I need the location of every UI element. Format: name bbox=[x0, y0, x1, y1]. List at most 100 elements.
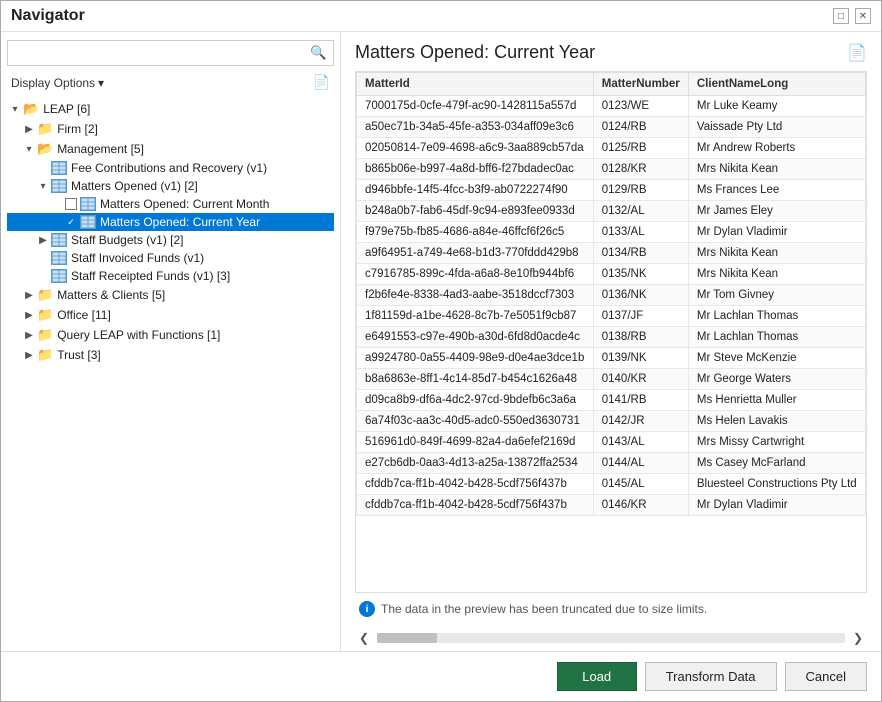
table-row[interactable]: e27cb6db-0aa3-4d13-a25a-13872ffa25340144… bbox=[357, 453, 866, 474]
minimize-button[interactable]: □ bbox=[833, 8, 849, 24]
window-title: Navigator bbox=[11, 7, 85, 25]
table-cell: 0138/RB bbox=[593, 327, 688, 348]
folder-icon: 📁 bbox=[37, 307, 53, 323]
tree-item-office[interactable]: ▶📁Office [11] bbox=[7, 305, 334, 325]
close-button[interactable]: ✕ bbox=[855, 8, 871, 24]
table-row[interactable]: 1f81159d-a1be-4628-8c7b-7e5051f9cb870137… bbox=[357, 306, 866, 327]
table-row[interactable]: c7916785-899c-4fda-a6a8-8e10fb944bf60135… bbox=[357, 264, 866, 285]
table-cell: e27cb6db-0aa3-4d13-a25a-13872ffa2534 bbox=[357, 453, 594, 474]
tree-item-matters-opened[interactable]: ▾ Matters Opened (v1) [2] bbox=[7, 177, 334, 195]
folder-icon: 📁 bbox=[37, 287, 53, 303]
chevron-icon: ▾ bbox=[23, 144, 35, 155]
tree-item-management[interactable]: ▾📂Management [5] bbox=[7, 139, 334, 159]
tree-item-label: Matters Opened: Current Month bbox=[100, 197, 332, 211]
table-cell: d946bbfe-14f5-4fcc-b3f9-ab0722274f90 bbox=[357, 180, 594, 201]
tree-item-label: Matters & Clients [5] bbox=[57, 288, 332, 302]
table-icon bbox=[51, 233, 67, 247]
tree-item-label: Matters Opened: Current Year bbox=[100, 215, 332, 229]
toolbar-row: Display Options ▾ 📄 bbox=[7, 72, 334, 93]
tree-item-label: Staff Budgets (v1) [2] bbox=[71, 233, 332, 247]
chevron-icon: ▶ bbox=[23, 124, 35, 135]
table-row[interactable]: b865b06e-b997-4a8d-bff6-f27bdadec0ac0128… bbox=[357, 159, 866, 180]
table-cell: cfddb7ca-ff1b-4042-b428-5cdf756f437b bbox=[357, 495, 594, 516]
right-panel: Matters Opened: Current Year 📄 MatterIdM… bbox=[341, 32, 881, 651]
table-icon bbox=[51, 251, 67, 265]
table-row[interactable]: d09ca8b9-df6a-4dc2-97cd-9bdefb6c3a6a0141… bbox=[357, 390, 866, 411]
tree-item-staff-receipted[interactable]: Staff Receipted Funds (v1) [3] bbox=[7, 267, 334, 285]
table-cell: Mr James Eley bbox=[688, 201, 865, 222]
tree-item-matters-current-month[interactable]: Matters Opened: Current Month bbox=[7, 195, 334, 213]
cancel-button[interactable]: Cancel bbox=[785, 662, 867, 691]
table-row[interactable]: e6491553-c97e-490b-a30d-6fd8d0acde4c0138… bbox=[357, 327, 866, 348]
new-source-button[interactable]: 📄 bbox=[309, 72, 334, 93]
table-cell: b865b06e-b997-4a8d-bff6-f27bdadec0ac bbox=[357, 159, 594, 180]
table-cell: 0137/JF bbox=[593, 306, 688, 327]
table-row[interactable]: cfddb7ca-ff1b-4042-b428-5cdf756f437b0145… bbox=[357, 474, 866, 495]
display-options-label: Display Options bbox=[11, 76, 95, 90]
table-cell: f2b6fe4e-8338-4ad3-aabe-3518dccf7303 bbox=[357, 285, 594, 306]
display-options-button[interactable]: Display Options ▾ bbox=[7, 74, 108, 92]
table-row[interactable]: b248a0b7-fab6-45df-9c94-e893fee0933d0132… bbox=[357, 201, 866, 222]
search-input[interactable] bbox=[8, 42, 304, 64]
table-cell: Vaissade Pty Ltd bbox=[688, 117, 865, 138]
table-cell: 0134/RB bbox=[593, 243, 688, 264]
table-cell: 0125/RB bbox=[593, 138, 688, 159]
table-row[interactable]: 516961d0-849f-4699-82a4-da6efef2169d0143… bbox=[357, 432, 866, 453]
table-cell: a9924780-0a55-4409-98e9-d0e4ae3dce1b bbox=[357, 348, 594, 369]
tree-item-staff-invoiced[interactable]: Staff Invoiced Funds (v1) bbox=[7, 249, 334, 267]
table-cell: e6491553-c97e-490b-a30d-6fd8d0acde4c bbox=[357, 327, 594, 348]
table-row[interactable]: 7000175d-0cfe-479f-ac90-1428115a557d0123… bbox=[357, 96, 866, 117]
table-cell: 0135/NK bbox=[593, 264, 688, 285]
table-row[interactable]: a9924780-0a55-4409-98e9-d0e4ae3dce1b0139… bbox=[357, 348, 866, 369]
column-header-clientnamelong: ClientNameLong bbox=[688, 73, 865, 96]
scroll-track[interactable] bbox=[377, 633, 845, 643]
scroll-left-button[interactable]: ❮ bbox=[355, 629, 373, 647]
tree-item-label: Office [11] bbox=[57, 308, 332, 322]
table-cell: Ms Casey McFarland bbox=[688, 453, 865, 474]
table-cell: 7000175d-0cfe-479f-ac90-1428115a557d bbox=[357, 96, 594, 117]
table-row[interactable]: 02050814-7e09-4698-a6c9-3aa889cb57da0125… bbox=[357, 138, 866, 159]
table-row[interactable]: d946bbfe-14f5-4fcc-b3f9-ab0722274f900129… bbox=[357, 180, 866, 201]
transform-data-button[interactable]: Transform Data bbox=[645, 662, 777, 691]
tree-item-matters-current-year[interactable]: ✓ Matters Opened: Current Year bbox=[7, 213, 334, 231]
table-row[interactable]: 6a74f03c-aa3c-40d5-adc0-550ed36307310142… bbox=[357, 411, 866, 432]
table-row[interactable]: a9f64951-a749-4e68-b1d3-770fddd429b80134… bbox=[357, 243, 866, 264]
tree-item-query-leap[interactable]: ▶📁Query LEAP with Functions [1] bbox=[7, 325, 334, 345]
export-button[interactable]: 📄 bbox=[847, 43, 867, 63]
data-table-wrapper[interactable]: MatterIdMatterNumberClientNameLong700017… bbox=[355, 71, 867, 593]
tree-item-fee-contributions[interactable]: Fee Contributions and Recovery (v1) bbox=[7, 159, 334, 177]
load-button[interactable]: Load bbox=[557, 662, 637, 691]
table-row[interactable]: a50ec71b-34a5-45fe-a353-034aff09e3c60124… bbox=[357, 117, 866, 138]
tree-item-label: Staff Invoiced Funds (v1) bbox=[71, 251, 332, 265]
table-cell: 0145/AL bbox=[593, 474, 688, 495]
table-cell: cfddb7ca-ff1b-4042-b428-5cdf756f437b bbox=[357, 474, 594, 495]
column-header-matternumber: MatterNumber bbox=[593, 73, 688, 96]
search-button[interactable]: 🔍 bbox=[304, 41, 333, 65]
tree-item-leap[interactable]: ▾📂LEAP [6] bbox=[7, 99, 334, 119]
table-cell: Mr Luke Keamy bbox=[688, 96, 865, 117]
tree-item-firm[interactable]: ▶📁Firm [2] bbox=[7, 119, 334, 139]
checkbox-icon[interactable]: ✓ bbox=[65, 216, 77, 228]
table-cell: Bluesteel Constructions Pty Ltd bbox=[688, 474, 865, 495]
table-cell: c7916785-899c-4fda-a6a8-8e10fb944bf6 bbox=[357, 264, 594, 285]
table-cell: Mrs Nikita Kean bbox=[688, 159, 865, 180]
tree-item-label: Query LEAP with Functions [1] bbox=[57, 328, 332, 342]
scroll-right-button[interactable]: ❯ bbox=[849, 629, 867, 647]
checkbox-icon[interactable] bbox=[65, 198, 77, 210]
table-row[interactable]: f2b6fe4e-8338-4ad3-aabe-3518dccf73030136… bbox=[357, 285, 866, 306]
tree-item-matters-clients[interactable]: ▶📁Matters & Clients [5] bbox=[7, 285, 334, 305]
tree-item-label: LEAP [6] bbox=[43, 102, 332, 116]
table-row[interactable]: cfddb7ca-ff1b-4042-b428-5cdf756f437b0146… bbox=[357, 495, 866, 516]
table-row[interactable]: b8a6863e-8ff1-4c14-85d7-b454c1626a480140… bbox=[357, 369, 866, 390]
window-controls: □ ✕ bbox=[833, 8, 871, 24]
table-cell: 6a74f03c-aa3c-40d5-adc0-550ed3630731 bbox=[357, 411, 594, 432]
table-row[interactable]: f979e75b-fb85-4686-a84e-46ffcf6f26c50133… bbox=[357, 222, 866, 243]
table-cell: b8a6863e-8ff1-4c14-85d7-b454c1626a48 bbox=[357, 369, 594, 390]
tree-area: ▾📂LEAP [6]▶📁Firm [2]▾📂Management [5]Fee … bbox=[7, 99, 334, 643]
table-cell: 0132/AL bbox=[593, 201, 688, 222]
tree-item-trust[interactable]: ▶📁Trust [3] bbox=[7, 345, 334, 365]
chevron-icon: ▾ bbox=[37, 181, 49, 192]
tree-item-staff-budgets[interactable]: ▶Staff Budgets (v1) [2] bbox=[7, 231, 334, 249]
tree-item-label: Matters Opened (v1) [2] bbox=[71, 179, 332, 193]
table-cell: Ms Helen Lavakis bbox=[688, 411, 865, 432]
